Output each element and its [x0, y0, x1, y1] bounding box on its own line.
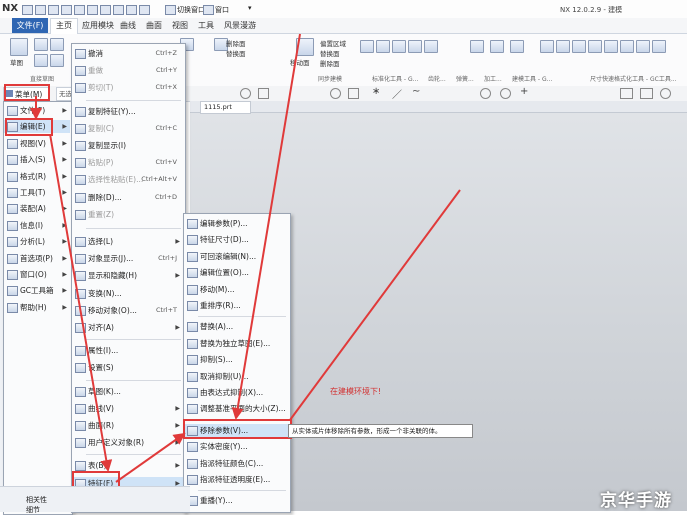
arrow-to-feature — [49, 133, 113, 472]
arrow-to-remove-params — [115, 432, 186, 483]
dependency-label[interactable]: 相关性 — [26, 495, 47, 505]
arrow-from-ribbon — [231, 33, 301, 420]
watermark: 京华手游 — [600, 491, 672, 511]
arrow-diagonal — [289, 189, 461, 421]
remove-parameters-tooltip: 从实体或片体移除所有参数，形成一个非关联的体。 — [288, 424, 473, 438]
details-label[interactable]: 细节 — [26, 505, 40, 515]
nav-status-area: 相关性 细节 — [0, 486, 190, 515]
